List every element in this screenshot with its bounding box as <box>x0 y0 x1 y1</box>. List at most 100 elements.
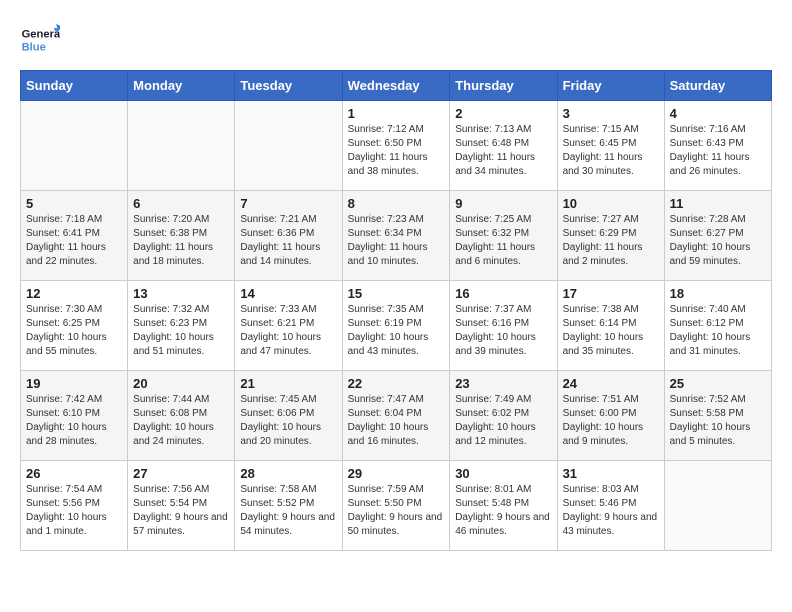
day-info: Sunrise: 7:27 AM Sunset: 6:29 PM Dayligh… <box>563 213 659 269</box>
day-info: Sunrise: 7:52 AM Sunset: 5:58 PM Dayligh… <box>670 393 766 449</box>
calendar-cell: 10 Sunrise: 7:27 AM Sunset: 6:29 PM Dayli… <box>557 191 664 281</box>
calendar-cell: 11 Sunrise: 7:28 AM Sunset: 6:27 PM Dayli… <box>664 191 771 281</box>
day-header-sunday: Sunday <box>21 71 128 101</box>
calendar-cell: 18Sunrise: 7:40 AM Sunset: 6:12 PM Dayli… <box>664 281 771 371</box>
day-number: 31 <box>563 466 659 481</box>
day-info: Sunrise: 7:13 AM Sunset: 6:48 PM Dayligh… <box>455 123 551 179</box>
day-number: 20 <box>133 376 229 391</box>
day-number: 30 <box>455 466 551 481</box>
day-header-thursday: Thursday <box>450 71 557 101</box>
day-number: 14 <box>240 286 336 301</box>
logo: General Blue <box>20 20 64 60</box>
day-info: Sunrise: 7:12 AM Sunset: 6:50 PM Dayligh… <box>348 123 445 179</box>
day-number: 8 <box>348 196 445 211</box>
calendar-cell: 5 Sunrise: 7:18 AM Sunset: 6:41 PM Daylig… <box>21 191 128 281</box>
day-number: 26 <box>26 466 122 481</box>
calendar-cell: 20 Sunrise: 7:44 AM Sunset: 6:08 PM Dayli… <box>128 371 235 461</box>
day-header-wednesday: Wednesday <box>342 71 450 101</box>
calendar-cell: 22 Sunrise: 7:47 AM Sunset: 6:04 PM Dayli… <box>342 371 450 461</box>
calendar-cell: 13 Sunrise: 7:32 AM Sunset: 6:23 PM Dayli… <box>128 281 235 371</box>
calendar-cell: 15 Sunrise: 7:35 AM Sunset: 6:19 PM Dayli… <box>342 281 450 371</box>
calendar-cell: 28 Sunrise: 7:58 AM Sunset: 5:52 PM Dayli… <box>235 461 342 551</box>
header: General Blue <box>20 20 772 60</box>
day-number: 16 <box>455 286 551 301</box>
calendar-cell: 26 Sunrise: 7:54 AM Sunset: 5:56 PM Dayli… <box>21 461 128 551</box>
calendar-cell: 7 Sunrise: 7:21 AM Sunset: 6:36 PM Daylig… <box>235 191 342 281</box>
day-number: 11 <box>670 196 766 211</box>
calendar-cell <box>664 461 771 551</box>
calendar-cell: 16 Sunrise: 7:37 AM Sunset: 6:16 PM Dayli… <box>450 281 557 371</box>
day-info: Sunrise: 7:15 AM Sunset: 6:45 PM Dayligh… <box>563 123 659 179</box>
day-info: Sunrise: 7:23 AM Sunset: 6:34 PM Dayligh… <box>348 213 445 269</box>
day-number: 22 <box>348 376 445 391</box>
day-header-friday: Friday <box>557 71 664 101</box>
day-info: Sunrise: 7:28 AM Sunset: 6:27 PM Dayligh… <box>670 213 766 269</box>
day-info: Sunrise: 7:59 AM Sunset: 5:50 PM Dayligh… <box>348 483 445 539</box>
day-info: Sunrise: 7:33 AM Sunset: 6:21 PM Dayligh… <box>240 303 336 359</box>
calendar-cell <box>21 101 128 191</box>
day-number: 12 <box>26 286 122 301</box>
calendar-cell: 24 Sunrise: 7:51 AM Sunset: 6:00 PM Dayli… <box>557 371 664 461</box>
calendar-cell: 8 Sunrise: 7:23 AM Sunset: 6:34 PM Daylig… <box>342 191 450 281</box>
day-info: Sunrise: 8:01 AM Sunset: 5:48 PM Dayligh… <box>455 483 551 539</box>
day-info: Sunrise: 7:54 AM Sunset: 5:56 PM Dayligh… <box>26 483 122 539</box>
calendar-cell: 1Sunrise: 7:12 AM Sunset: 6:50 PM Daylig… <box>342 101 450 191</box>
calendar-cell: 12 Sunrise: 7:30 AM Sunset: 6:25 PM Dayli… <box>21 281 128 371</box>
day-header-tuesday: Tuesday <box>235 71 342 101</box>
day-info: Sunrise: 7:25 AM Sunset: 6:32 PM Dayligh… <box>455 213 551 269</box>
calendar-cell: 6Sunrise: 7:20 AM Sunset: 6:38 PM Daylig… <box>128 191 235 281</box>
day-number: 10 <box>563 196 659 211</box>
day-info: Sunrise: 7:35 AM Sunset: 6:19 PM Dayligh… <box>348 303 445 359</box>
calendar-cell: 31 Sunrise: 8:03 AM Sunset: 5:46 PM Dayli… <box>557 461 664 551</box>
calendar-cell: 4 Sunrise: 7:16 AM Sunset: 6:43 PM Daylig… <box>664 101 771 191</box>
day-number: 5 <box>26 196 122 211</box>
day-info: Sunrise: 7:16 AM Sunset: 6:43 PM Dayligh… <box>670 123 766 179</box>
day-number: 21 <box>240 376 336 391</box>
day-info: Sunrise: 7:30 AM Sunset: 6:25 PM Dayligh… <box>26 303 122 359</box>
day-info: Sunrise: 7:51 AM Sunset: 6:00 PM Dayligh… <box>563 393 659 449</box>
day-number: 23 <box>455 376 551 391</box>
day-info: Sunrise: 7:49 AM Sunset: 6:02 PM Dayligh… <box>455 393 551 449</box>
day-number: 24 <box>563 376 659 391</box>
calendar-cell: 17Sunrise: 7:38 AM Sunset: 6:14 PM Dayli… <box>557 281 664 371</box>
day-info: Sunrise: 7:37 AM Sunset: 6:16 PM Dayligh… <box>455 303 551 359</box>
calendar-cell <box>235 101 342 191</box>
day-info: Sunrise: 8:03 AM Sunset: 5:46 PM Dayligh… <box>563 483 659 539</box>
day-info: Sunrise: 7:45 AM Sunset: 6:06 PM Dayligh… <box>240 393 336 449</box>
calendar-cell: 30 Sunrise: 8:01 AM Sunset: 5:48 PM Dayli… <box>450 461 557 551</box>
calendar-cell: 19Sunrise: 7:42 AM Sunset: 6:10 PM Dayli… <box>21 371 128 461</box>
day-info: Sunrise: 7:18 AM Sunset: 6:41 PM Dayligh… <box>26 213 122 269</box>
day-info: Sunrise: 7:58 AM Sunset: 5:52 PM Dayligh… <box>240 483 336 539</box>
calendar-cell: 2 Sunrise: 7:13 AM Sunset: 6:48 PM Daylig… <box>450 101 557 191</box>
calendar-cell: 27 Sunrise: 7:56 AM Sunset: 5:54 PM Dayli… <box>128 461 235 551</box>
day-number: 7 <box>240 196 336 211</box>
day-info: Sunrise: 7:44 AM Sunset: 6:08 PM Dayligh… <box>133 393 229 449</box>
day-info: Sunrise: 7:21 AM Sunset: 6:36 PM Dayligh… <box>240 213 336 269</box>
day-info: Sunrise: 7:32 AM Sunset: 6:23 PM Dayligh… <box>133 303 229 359</box>
calendar-cell: 21 Sunrise: 7:45 AM Sunset: 6:06 PM Dayli… <box>235 371 342 461</box>
day-number: 28 <box>240 466 336 481</box>
day-number: 25 <box>670 376 766 391</box>
day-number: 2 <box>455 106 551 121</box>
day-number: 13 <box>133 286 229 301</box>
calendar-cell: 3 Sunrise: 7:15 AM Sunset: 6:45 PM Daylig… <box>557 101 664 191</box>
day-info: Sunrise: 7:42 AM Sunset: 6:10 PM Dayligh… <box>26 393 122 449</box>
calendar-cell: 29Sunrise: 7:59 AM Sunset: 5:50 PM Dayli… <box>342 461 450 551</box>
calendar-cell: 14 Sunrise: 7:33 AM Sunset: 6:21 PM Dayli… <box>235 281 342 371</box>
svg-text:Blue: Blue <box>22 41 46 53</box>
day-info: Sunrise: 7:47 AM Sunset: 6:04 PM Dayligh… <box>348 393 445 449</box>
logo-icon: General Blue <box>20 20 60 60</box>
day-info: Sunrise: 7:56 AM Sunset: 5:54 PM Dayligh… <box>133 483 229 539</box>
day-number: 15 <box>348 286 445 301</box>
svg-text:General: General <box>22 29 60 41</box>
calendar-table: SundayMondayTuesdayWednesdayThursdayFrid… <box>20 70 772 551</box>
day-number: 3 <box>563 106 659 121</box>
calendar-cell: 25 Sunrise: 7:52 AM Sunset: 5:58 PM Dayli… <box>664 371 771 461</box>
day-number: 18 <box>670 286 766 301</box>
day-header-saturday: Saturday <box>664 71 771 101</box>
day-number: 27 <box>133 466 229 481</box>
calendar-cell: 9 Sunrise: 7:25 AM Sunset: 6:32 PM Daylig… <box>450 191 557 281</box>
day-info: Sunrise: 7:38 AM Sunset: 6:14 PM Dayligh… <box>563 303 659 359</box>
day-number: 4 <box>670 106 766 121</box>
day-number: 9 <box>455 196 551 211</box>
